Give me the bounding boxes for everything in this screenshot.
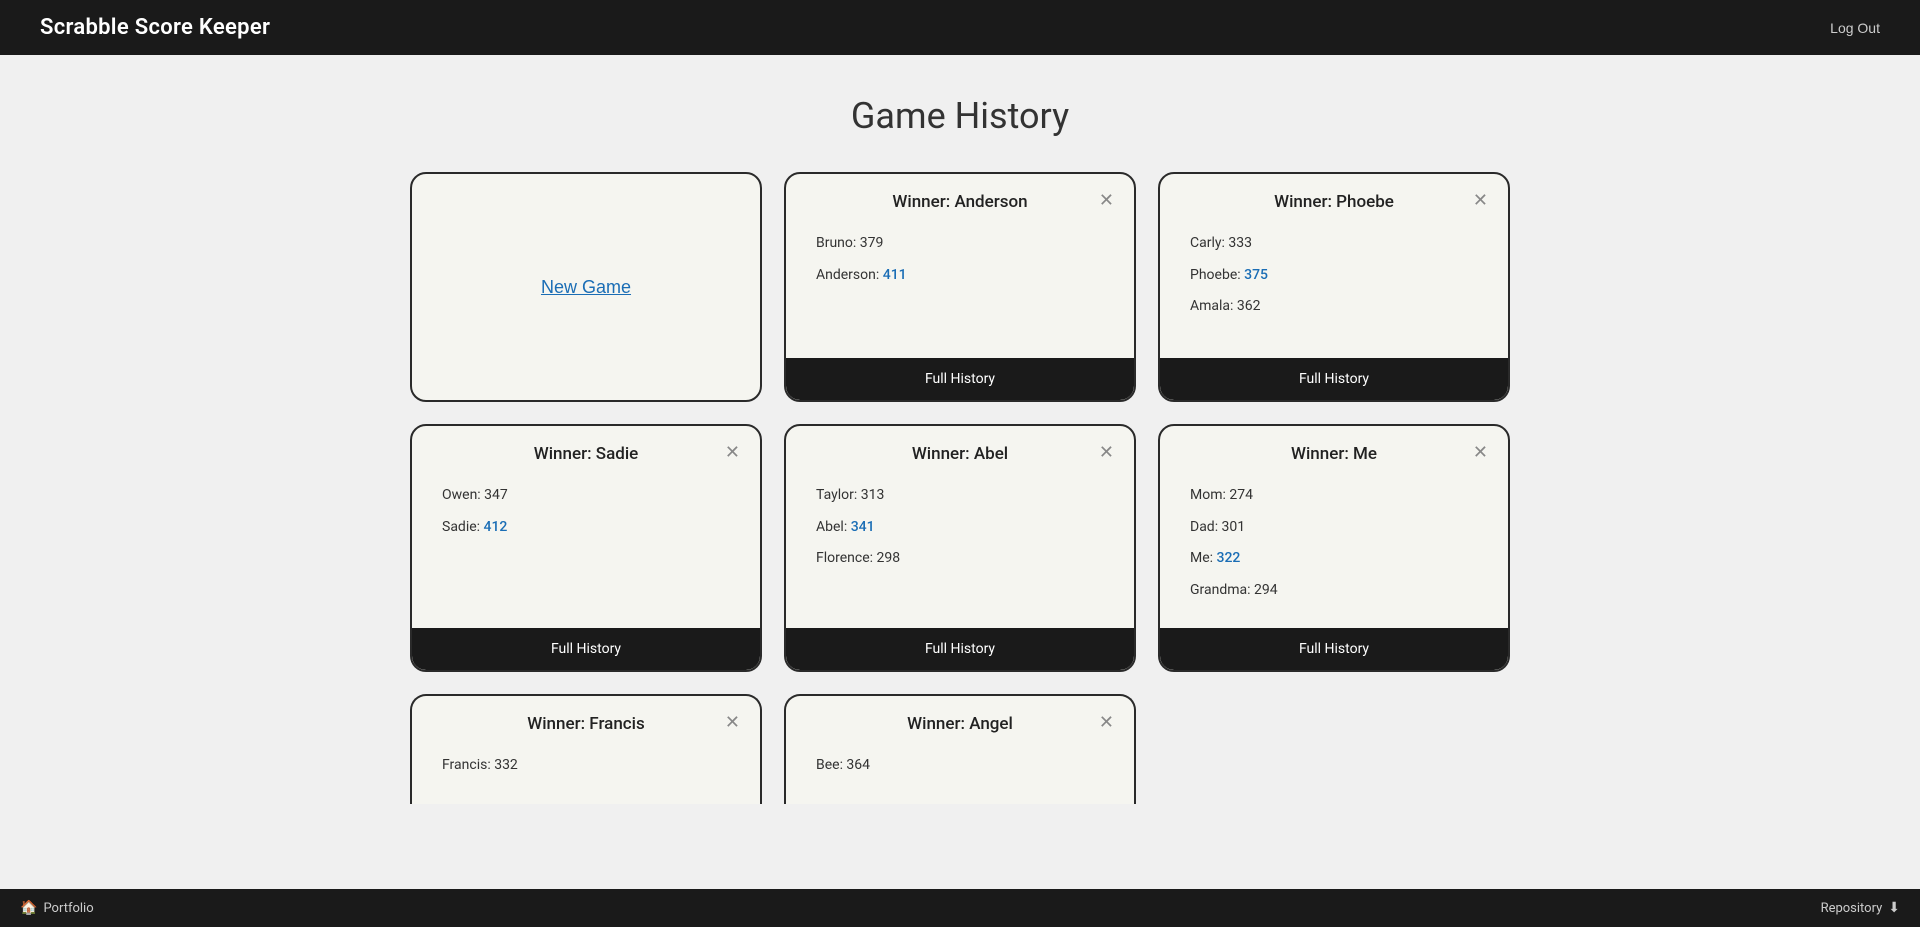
games-grid: New Game Winner: Anderson ✕ Bruno: 379 Ande… (410, 172, 1510, 672)
card-footer-phoebe[interactable]: Full History (1160, 358, 1508, 400)
partial-games-row: Winner: Francis ✕ Francis: 332 Winner: Ange… (410, 694, 1510, 804)
partial-close-francis[interactable]: ✕ (721, 711, 744, 733)
winner-score: 341 (851, 519, 875, 535)
player-score-row: Grandma: 294 (1190, 581, 1478, 601)
game-card-abel: Winner: Abel ✕ Taylor: 313 Abel: 341 Florenc… (784, 424, 1136, 672)
card-footer-anderson[interactable]: Full History (786, 358, 1134, 400)
player-score-row: Abel: 341 (816, 518, 1104, 538)
repository-label: Repository (1821, 901, 1883, 916)
winner-score: 412 (484, 519, 508, 535)
player-score-row: Francis: 332 (442, 756, 730, 776)
partial-body-angel: Bee: 364 (786, 748, 1134, 804)
card-footer-me[interactable]: Full History (1160, 628, 1508, 670)
card-title-me: Winner: Me (1291, 444, 1377, 464)
footer-bar: 🏠 Portfolio Repository ⬇ (0, 889, 1920, 927)
partial-close-angel[interactable]: ✕ (1095, 711, 1118, 733)
game-card-phoebe: Winner: Phoebe ✕ Carly: 333 Phoebe: 375 Amal… (1158, 172, 1510, 402)
card-header-sadie: Winner: Sadie ✕ (412, 426, 760, 478)
page-title: Game History (60, 95, 1860, 137)
app-title: Scrabble Score Keeper (40, 15, 270, 40)
close-button-sadie[interactable]: ✕ (721, 441, 744, 463)
partial-body-francis: Francis: 332 (412, 748, 760, 804)
card-body-phoebe: Carly: 333 Phoebe: 375 Amala: 362 (1160, 226, 1508, 358)
player-score-row: Amala: 362 (1190, 297, 1478, 317)
card-title-anderson: Winner: Anderson (892, 192, 1027, 212)
player-score-row: Carly: 333 (1190, 234, 1478, 254)
card-footer-sadie[interactable]: Full History (412, 628, 760, 670)
player-score-row: Owen: 347 (442, 486, 730, 506)
card-body-me: Mom: 274 Dad: 301 Me: 322 Grandma: 294 (1160, 478, 1508, 628)
player-score-row: Sadie: 412 (442, 518, 730, 538)
card-body-sadie: Owen: 347 Sadie: 412 (412, 478, 760, 628)
header: Scrabble Score Keeper Log Out (0, 0, 1920, 55)
card-title-phoebe: Winner: Phoebe (1274, 192, 1394, 212)
card-header-abel: Winner: Abel ✕ (786, 426, 1134, 478)
repository-link[interactable]: Repository ⬇ (1821, 900, 1900, 916)
close-button-me[interactable]: ✕ (1469, 441, 1492, 463)
partial-card-angel: Winner: Angel ✕ Bee: 364 (784, 694, 1136, 804)
portfolio-icon: 🏠 (20, 900, 37, 916)
player-score-row: Bruno: 379 (816, 234, 1104, 254)
partial-title-francis: Winner: Francis (527, 714, 645, 734)
partial-title-angel: Winner: Angel (907, 714, 1013, 734)
winner-score: 322 (1217, 550, 1241, 566)
player-score-row: Me: 322 (1190, 549, 1478, 569)
repository-icon: ⬇ (1888, 900, 1900, 916)
card-footer-abel[interactable]: Full History (786, 628, 1134, 670)
player-score-row: Taylor: 313 (816, 486, 1104, 506)
card-header-phoebe: Winner: Phoebe ✕ (1160, 174, 1508, 226)
winner-score: 375 (1244, 267, 1268, 283)
player-score-row: Bee: 364 (816, 756, 1104, 776)
portfolio-link[interactable]: 🏠 Portfolio (20, 900, 94, 916)
logout-button[interactable]: Log Out (1830, 20, 1880, 36)
card-header-me: Winner: Me ✕ (1160, 426, 1508, 478)
close-button-phoebe[interactable]: ✕ (1469, 189, 1492, 211)
player-score-row: Dad: 301 (1190, 518, 1478, 538)
partial-header-francis: Winner: Francis ✕ (412, 696, 760, 748)
partial-empty-slot (1158, 694, 1510, 804)
game-card-sadie: Winner: Sadie ✕ Owen: 347 Sadie: 412 Full Hi… (410, 424, 762, 672)
close-button-abel[interactable]: ✕ (1095, 441, 1118, 463)
card-body-anderson: Bruno: 379 Anderson: 411 (786, 226, 1134, 358)
game-card-me: Winner: Me ✕ Mom: 274 Dad: 301 Me: 322 Grandm… (1158, 424, 1510, 672)
card-title-abel: Winner: Abel (912, 444, 1008, 464)
game-card-anderson: Winner: Anderson ✕ Bruno: 379 Anderson: 411… (784, 172, 1136, 402)
close-button-anderson[interactable]: ✕ (1095, 189, 1118, 211)
card-body-abel: Taylor: 313 Abel: 341 Florence: 298 (786, 478, 1134, 628)
player-score-row: Florence: 298 (816, 549, 1104, 569)
partial-header-angel: Winner: Angel ✕ (786, 696, 1134, 748)
portfolio-label: Portfolio (43, 901, 93, 916)
card-header-anderson: Winner: Anderson ✕ (786, 174, 1134, 226)
partial-card-francis: Winner: Francis ✕ Francis: 332 (410, 694, 762, 804)
new-game-card[interactable]: New Game (410, 172, 762, 402)
player-score-row: Anderson: 411 (816, 266, 1104, 286)
winner-score: 411 (883, 267, 907, 283)
main-content: Game History New Game Winner: Anderson ✕ B… (0, 55, 1920, 889)
player-score-row: Phoebe: 375 (1190, 266, 1478, 286)
new-game-button[interactable]: New Game (541, 277, 631, 298)
card-title-sadie: Winner: Sadie (534, 444, 639, 464)
player-score-row: Mom: 274 (1190, 486, 1478, 506)
